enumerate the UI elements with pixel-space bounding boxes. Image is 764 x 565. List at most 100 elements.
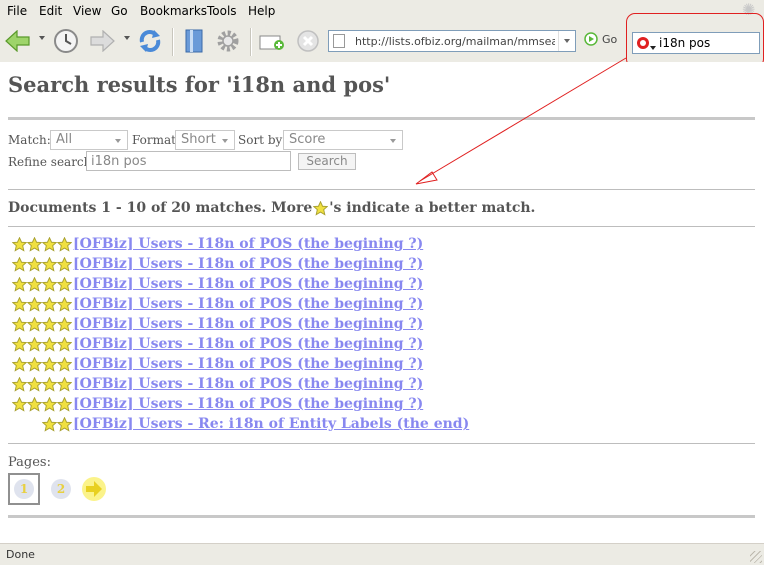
divider [8, 117, 755, 120]
menu-tools[interactable]: Tools [207, 4, 237, 18]
pages-label: Pages: [8, 455, 51, 470]
rating-stars [8, 336, 72, 352]
rating-stars [8, 256, 72, 272]
refine-search-input[interactable] [86, 151, 291, 171]
result-link[interactable]: [OFBiz] Users - I18n of POS (the beginin… [73, 356, 423, 372]
page-number: 1 [14, 479, 34, 499]
result-link[interactable]: [OFBiz] Users - Re: i18n of Entity Label… [73, 416, 469, 432]
url-dropdown-icon[interactable] [558, 31, 575, 51]
star-icon [57, 276, 72, 292]
star-icon [27, 276, 42, 292]
menu-go[interactable]: Go [111, 4, 128, 18]
match-select[interactable]: All [50, 130, 128, 150]
divider [8, 443, 755, 444]
star-icon [12, 316, 27, 332]
result-link[interactable]: [OFBiz] Users - I18n of POS (the beginin… [73, 336, 423, 352]
settings-button[interactable] [214, 26, 242, 56]
forward-button[interactable] [88, 26, 116, 56]
reload-button[interactable] [136, 26, 164, 56]
star-icon [57, 376, 72, 392]
star-icon [12, 356, 27, 372]
back-dropdown-icon[interactable] [39, 36, 45, 40]
match-value: All [56, 132, 73, 147]
url-text: http://lists.ofbiz.org/mailman/mmsearch/… [355, 35, 555, 48]
next-page-button[interactable] [78, 473, 110, 505]
star-icon [27, 316, 42, 332]
go-label: Go [602, 32, 618, 46]
sortby-select[interactable]: Score [283, 130, 403, 150]
new-tab-icon [259, 35, 284, 50]
page-2-button[interactable]: 2 [45, 473, 77, 505]
result-link[interactable]: [OFBiz] Users - I18n of POS (the beginin… [73, 376, 423, 392]
result-row: [OFBiz] Users - I18n of POS (the beginin… [8, 374, 423, 394]
star-icon [57, 356, 72, 372]
summary-text: Documents 1 - 10 of 20 matches. More [8, 200, 313, 216]
rating-stars [8, 296, 72, 312]
history-button[interactable] [52, 26, 80, 56]
back-arrow-icon [5, 30, 30, 52]
result-row: [OFBiz] Users - I18n of POS (the beginin… [8, 294, 423, 314]
forward-arrow-icon [90, 30, 115, 52]
star-icon [12, 296, 27, 312]
rating-stars [8, 276, 72, 292]
summary-text-end: 's indicate a better match. [329, 200, 536, 216]
resize-grip-icon[interactable] [750, 551, 762, 563]
format-select[interactable]: Short [175, 130, 235, 150]
result-link[interactable]: [OFBiz] Users - I18n of POS (the beginin… [73, 236, 423, 252]
star-icon [42, 316, 57, 332]
menu-bookmarks[interactable]: Bookmarks [140, 4, 207, 18]
reload-icon [139, 30, 161, 52]
star-icon [27, 256, 42, 272]
match-label: Match: [8, 133, 51, 147]
result-row: [OFBiz] Users - I18n of POS (the beginin… [8, 394, 423, 414]
star-icon [27, 376, 42, 392]
menu-edit[interactable]: Edit [39, 4, 62, 18]
search-engine-icon [637, 37, 656, 50]
back-button[interactable] [4, 26, 32, 56]
divider [8, 515, 755, 518]
star-icon [57, 396, 72, 412]
menu-file[interactable]: File [7, 4, 27, 18]
results-summary: Documents 1 - 10 of 20 matches. More 's … [8, 200, 535, 216]
star-icon [12, 256, 27, 272]
star-icon [27, 396, 42, 412]
address-bar[interactable]: http://lists.ofbiz.org/mailman/mmsearch/… [328, 30, 576, 52]
result-link[interactable]: [OFBiz] Users - I18n of POS (the beginin… [73, 316, 423, 332]
star-icon [42, 376, 57, 392]
result-row: [OFBiz] Users - I18n of POS (the beginin… [8, 254, 423, 274]
menu-view[interactable]: View [73, 4, 101, 18]
status-bar: Done [0, 543, 764, 565]
bookmarks-button[interactable] [180, 26, 208, 56]
format-value: Short [181, 132, 216, 147]
menu-help[interactable]: Help [248, 4, 275, 18]
star-icon [57, 256, 72, 272]
stop-icon [297, 30, 319, 52]
star-icon [42, 236, 57, 252]
page-content: Search results for 'i18n and pos' Match:… [0, 62, 764, 543]
rating-stars [8, 376, 72, 392]
result-row: [OFBiz] Users - I18n of POS (the beginin… [8, 354, 423, 374]
page-1-button[interactable]: 1 [8, 473, 40, 505]
star-icon [27, 336, 42, 352]
star-icon [42, 416, 57, 432]
rating-stars [8, 396, 72, 412]
forward-dropdown-icon[interactable] [124, 36, 130, 40]
star-icon [27, 356, 42, 372]
star-icon [57, 336, 72, 352]
star-icon [42, 276, 57, 292]
result-link[interactable]: [OFBiz] Users - I18n of POS (the beginin… [73, 256, 423, 272]
clock-icon [54, 29, 78, 53]
go-arrow-icon [584, 32, 598, 46]
result-link[interactable]: [OFBiz] Users - I18n of POS (the beginin… [73, 276, 423, 292]
star-icon [42, 336, 57, 352]
star-icon [57, 296, 72, 312]
search-box[interactable]: i18n pos [632, 32, 760, 54]
go-button[interactable]: Go [584, 32, 617, 46]
search-button[interactable]: Search [298, 153, 356, 170]
stop-button[interactable] [294, 26, 322, 56]
search-text: i18n pos [659, 36, 711, 50]
new-tab-button[interactable] [258, 26, 286, 56]
toolbar-separator [172, 28, 174, 56]
result-link[interactable]: [OFBiz] Users - I18n of POS (the beginin… [73, 396, 423, 412]
result-link[interactable]: [OFBiz] Users - I18n of POS (the beginin… [73, 296, 423, 312]
